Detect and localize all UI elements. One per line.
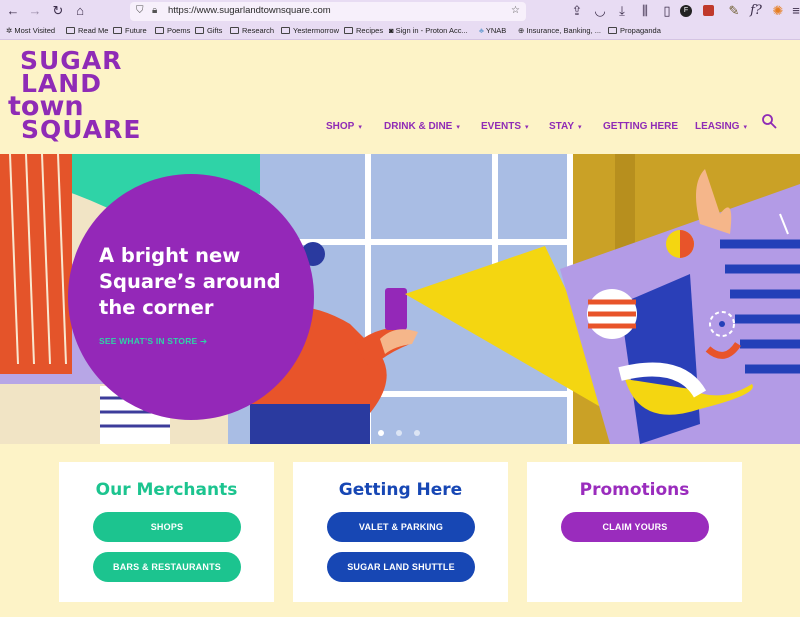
- site-header: SUGAR LAND town SQUARE SHOP ▾ DRINK & DIN…: [0, 41, 800, 154]
- chevron-down-icon: ▾: [525, 124, 529, 131]
- ynab-icon: ♣: [479, 26, 486, 35]
- folder-icon: [230, 27, 239, 34]
- bookmark-propaganda[interactable]: Propaganda: [608, 26, 661, 35]
- formula-icon[interactable]: f?: [748, 3, 764, 19]
- folder-icon: [155, 27, 164, 34]
- search-icon[interactable]: [761, 113, 777, 129]
- folder-icon: [344, 27, 353, 34]
- logo-line: SQUARE: [21, 115, 142, 144]
- site-logo[interactable]: SUGAR LAND town SQUARE: [8, 48, 142, 144]
- sidebar-icon[interactable]: ▯: [659, 3, 675, 19]
- back-icon[interactable]: ←: [5, 3, 21, 19]
- card-title: Promotions: [579, 480, 690, 500]
- menu-icon[interactable]: ≡: [788, 3, 800, 19]
- extension-red-icon[interactable]: [703, 5, 714, 16]
- shield-icon[interactable]: ⛉: [136, 5, 144, 16]
- lock-icon[interactable]: 🔒︎: [152, 5, 157, 16]
- chevron-down-icon: ▾: [743, 124, 747, 131]
- shops-button[interactable]: SHOPS: [93, 512, 241, 542]
- chevron-down-icon: ▾: [456, 124, 460, 131]
- valet-parking-button[interactable]: VALET & PARKING: [327, 512, 475, 542]
- share-icon[interactable]: ⇪: [569, 3, 585, 19]
- claim-yours-button[interactable]: CLAIM YOURS: [561, 512, 709, 542]
- forward-icon[interactable]: →: [27, 3, 43, 19]
- bookmark-research[interactable]: Research: [230, 26, 274, 35]
- extension-puzzle-icon[interactable]: ✎: [726, 3, 742, 19]
- card-title: Getting Here: [338, 480, 463, 500]
- folder-icon: [281, 27, 290, 34]
- url-text: https://www.sugarlandtownsquare.com: [168, 5, 331, 16]
- bookmark-insurance[interactable]: ⊕ Insurance, Banking, ...: [518, 26, 601, 35]
- nav-events[interactable]: EVENTS ▾: [481, 121, 529, 132]
- carousel-dot[interactable]: [378, 430, 384, 436]
- url-bar[interactable]: ⛉ 🔒︎ https://www.sugarlandtownsquare.com…: [130, 2, 526, 21]
- bookmark-star-icon[interactable]: ☆: [511, 5, 520, 16]
- folder-icon: [608, 27, 617, 34]
- pocket-icon[interactable]: ◡: [592, 3, 608, 19]
- folder-icon: [113, 27, 122, 34]
- bookmark-recipes[interactable]: Recipes: [344, 26, 383, 35]
- carousel-dot[interactable]: [396, 430, 402, 436]
- reload-icon[interactable]: ↻: [50, 3, 66, 19]
- user-icon: ◙: [389, 26, 396, 35]
- extension-f-icon[interactable]: F: [680, 5, 692, 17]
- library-icon[interactable]: ⫼: [637, 3, 653, 19]
- bookmark-poems[interactable]: Poems: [155, 26, 190, 35]
- bars-restaurants-button[interactable]: BARS & RESTAURANTS: [93, 552, 241, 582]
- hero-headline: A bright new Square’s around the corner: [99, 244, 281, 319]
- nav-stay[interactable]: STAY ▾: [549, 121, 582, 132]
- card-merchants: Our Merchants SHOPS BARS & RESTAURANTS: [59, 462, 274, 602]
- hero-banner[interactable]: A bright new Square’s around the corner …: [0, 154, 800, 444]
- nav-getting-here[interactable]: GETTING HERE: [603, 121, 678, 132]
- folder-icon: [66, 27, 75, 34]
- color-wheel-icon[interactable]: ✺: [770, 3, 786, 19]
- browser-toolbar: ← → ↻ ⌂ ⛉ 🔒︎ https://www.sugarlandtownsq…: [0, 0, 800, 23]
- nav-shop[interactable]: SHOP ▾: [326, 121, 362, 132]
- nav-drink-dine[interactable]: DRINK & DINE ▾: [384, 121, 460, 132]
- downloads-icon[interactable]: ⤓: [614, 3, 630, 19]
- card-title: Our Merchants: [95, 480, 238, 500]
- bookmark-most-visited[interactable]: ✲ Most Visited: [6, 26, 55, 35]
- carousel-dot[interactable]: [414, 430, 420, 436]
- chevron-down-icon: ▾: [358, 124, 362, 131]
- home-icon[interactable]: ⌂: [72, 3, 88, 19]
- hero-cta-link[interactable]: SEE WHAT’S IN STORE ➔: [99, 336, 207, 347]
- bookmarks-bar: ✲ Most Visited Read Me Future Poems Gift…: [0, 23, 800, 40]
- bookmark-read-me[interactable]: Read Me: [66, 26, 108, 35]
- nav-leasing[interactable]: LEASING ▾: [695, 121, 747, 132]
- bookmark-future[interactable]: Future: [113, 26, 147, 35]
- card-promotions: Promotions CLAIM YOURS: [527, 462, 742, 602]
- bookmark-yestermorrow[interactable]: Yestermorrow: [281, 26, 339, 35]
- card-getting-here: Getting Here VALET & PARKING SUGAR LAND …: [293, 462, 508, 602]
- shuttle-button[interactable]: SUGAR LAND SHUTTLE: [327, 552, 475, 582]
- folder-icon: [195, 27, 204, 34]
- bookmark-proton[interactable]: ◙ Sign in - Proton Acc...: [389, 26, 468, 35]
- bookmark-gifts[interactable]: Gifts: [195, 26, 222, 35]
- bookmark-ynab[interactable]: ♣ YNAB: [479, 26, 506, 35]
- chevron-down-icon: ▾: [578, 124, 582, 131]
